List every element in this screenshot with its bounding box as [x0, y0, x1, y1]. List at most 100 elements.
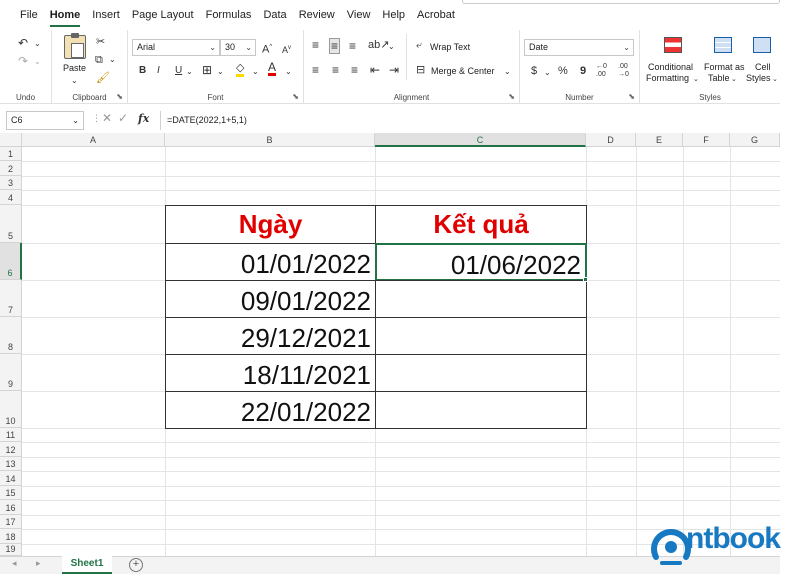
- number-launcher-icon[interactable]: ⬊: [628, 92, 635, 101]
- search-box-edge[interactable]: [462, 0, 780, 4]
- undo-dropdown-icon[interactable]: ⌄: [34, 37, 41, 51]
- row-header-19[interactable]: 19: [0, 544, 22, 556]
- cell-c10[interactable]: [375, 391, 587, 429]
- wrap-text-icon[interactable]: ⤶: [416, 39, 422, 53]
- row-header-7[interactable]: 7: [0, 280, 22, 317]
- wrap-text-button[interactable]: Wrap Text: [430, 42, 470, 53]
- cell-b6[interactable]: 01/01/2022: [165, 243, 376, 281]
- align-center-icon[interactable]: ≡: [332, 63, 339, 77]
- cell-styles-icon[interactable]: [753, 37, 771, 53]
- row-header-4[interactable]: 4: [0, 190, 22, 205]
- redo-icon[interactable]: ↷: [18, 54, 28, 68]
- clipboard-launcher-icon[interactable]: ⬊: [116, 92, 123, 101]
- font-size-select[interactable]: 30 ⌄: [220, 39, 256, 56]
- cut-icon[interactable]: ✂: [96, 35, 105, 49]
- select-all-corner[interactable]: [0, 133, 22, 147]
- fill-handle[interactable]: [583, 277, 588, 282]
- worksheet-grid[interactable]: A B C D E F G 1 2 3 4 5 6 7 8 9 10 11 12…: [0, 133, 780, 556]
- cell-b10[interactable]: 22/01/2022: [165, 391, 376, 429]
- column-header-f[interactable]: F: [683, 133, 730, 147]
- column-header-e[interactable]: E: [636, 133, 683, 147]
- paste-icon[interactable]: [64, 33, 86, 59]
- decrease-indent-icon[interactable]: ⇤: [370, 63, 380, 77]
- menu-home[interactable]: Home: [44, 0, 87, 30]
- fill-color-icon[interactable]: ◇: [236, 63, 245, 77]
- conditional-formatting-label-1[interactable]: Conditional: [648, 62, 693, 73]
- menu-review[interactable]: Review: [293, 0, 341, 30]
- increase-indent-icon[interactable]: ⇥: [389, 63, 399, 77]
- fill-dropdown-icon[interactable]: ⌄: [252, 65, 259, 79]
- cell-c5-header[interactable]: Kết quả: [375, 205, 587, 244]
- align-right-icon[interactable]: ≡: [351, 63, 358, 77]
- row-header-15[interactable]: 15: [0, 486, 22, 500]
- row-header-11[interactable]: 11: [0, 428, 22, 442]
- merge-center-button[interactable]: Merge & Center: [431, 66, 495, 77]
- cell-c7[interactable]: [375, 280, 587, 318]
- row-header-12[interactable]: 12: [0, 442, 22, 457]
- cancel-icon[interactable]: ✕: [102, 111, 112, 125]
- orientation-icon[interactable]: ab↗: [368, 38, 389, 52]
- row-header-17[interactable]: 17: [0, 515, 22, 529]
- row-header-9[interactable]: 9: [0, 354, 22, 391]
- menu-acrobat[interactable]: Acrobat: [411, 0, 461, 30]
- row-header-16[interactable]: 16: [0, 500, 22, 515]
- enter-icon[interactable]: ✓: [118, 111, 128, 125]
- underline-button[interactable]: U: [175, 64, 182, 78]
- format-as-table-label-1[interactable]: Format as: [704, 62, 745, 73]
- row-header-14[interactable]: 14: [0, 471, 22, 486]
- menu-view[interactable]: View: [341, 0, 377, 30]
- next-sheet-icon[interactable]: ▸: [36, 558, 41, 569]
- font-launcher-icon[interactable]: ⬊: [292, 92, 299, 101]
- insert-function-icon[interactable]: fx: [138, 112, 149, 125]
- column-header-d[interactable]: D: [586, 133, 636, 147]
- cell-b5-header[interactable]: Ngày: [165, 205, 376, 244]
- alignment-launcher-icon[interactable]: ⬊: [508, 92, 515, 101]
- align-top-icon[interactable]: ≡: [312, 38, 319, 52]
- menu-page-layout[interactable]: Page Layout: [126, 0, 200, 30]
- font-name-select[interactable]: Arial ⌄: [132, 39, 220, 56]
- cell-styles-label-1[interactable]: Cell: [755, 62, 771, 73]
- menu-file[interactable]: File: [14, 0, 44, 30]
- borders-icon[interactable]: ⊞: [202, 63, 212, 77]
- column-header-c[interactable]: C: [375, 133, 586, 147]
- currency-button[interactable]: $: [531, 64, 537, 78]
- currency-dropdown-icon[interactable]: ⌄: [544, 66, 551, 80]
- copy-dropdown-icon[interactable]: ⌄: [109, 53, 116, 67]
- add-sheet-button[interactable]: +: [129, 558, 143, 572]
- row-header-8[interactable]: 8: [0, 317, 22, 354]
- align-middle-icon[interactable]: ≡: [329, 38, 341, 54]
- row-header-18[interactable]: 18: [0, 529, 22, 544]
- undo-icon[interactable]: ↶: [18, 36, 28, 50]
- underline-dropdown-icon[interactable]: ⌄: [186, 65, 193, 79]
- align-left-icon[interactable]: ≡: [312, 63, 319, 77]
- row-header-13[interactable]: 13: [0, 457, 22, 471]
- row-header-3[interactable]: 3: [0, 176, 22, 190]
- font-color-icon[interactable]: A: [268, 61, 277, 76]
- align-bottom-icon[interactable]: ≡: [349, 39, 356, 53]
- cell-b9[interactable]: 18/11/2021: [165, 354, 376, 392]
- decrease-decimal-icon[interactable]: .00 →0: [618, 63, 629, 79]
- merge-dropdown-icon[interactable]: ⌄: [504, 65, 511, 79]
- cell-b8[interactable]: 29/12/2021: [165, 317, 376, 355]
- cell-c8[interactable]: [375, 317, 587, 355]
- copy-icon[interactable]: ⧉: [95, 53, 103, 67]
- cell-styles-label-2[interactable]: Styles: [746, 73, 771, 84]
- cell-b7[interactable]: 09/01/2022: [165, 280, 376, 318]
- formula-input[interactable]: =DATE(2022,1+5,1): [160, 111, 780, 130]
- paste-dropdown-icon[interactable]: ⌄: [71, 74, 78, 88]
- row-header-1[interactable]: 1: [0, 147, 22, 161]
- paste-label[interactable]: Paste: [63, 63, 86, 74]
- bold-button[interactable]: B: [139, 64, 146, 78]
- borders-dropdown-icon[interactable]: ⌄: [217, 65, 224, 79]
- format-as-table-label-2[interactable]: Table: [708, 73, 730, 84]
- column-header-b[interactable]: B: [165, 133, 375, 147]
- format-painter-icon[interactable]: 🖌: [96, 71, 110, 85]
- format-as-table-icon[interactable]: [714, 37, 732, 53]
- number-format-select[interactable]: Date ⌄: [524, 39, 634, 56]
- sheet-tab-sheet1[interactable]: Sheet1: [62, 556, 112, 574]
- comma-button[interactable]: 9: [580, 64, 586, 78]
- row-header-2[interactable]: 2: [0, 161, 22, 176]
- percent-button[interactable]: %: [558, 64, 568, 78]
- cell-c6-active[interactable]: 01/06/2022: [375, 243, 587, 281]
- increase-font-icon[interactable]: A^: [262, 40, 272, 57]
